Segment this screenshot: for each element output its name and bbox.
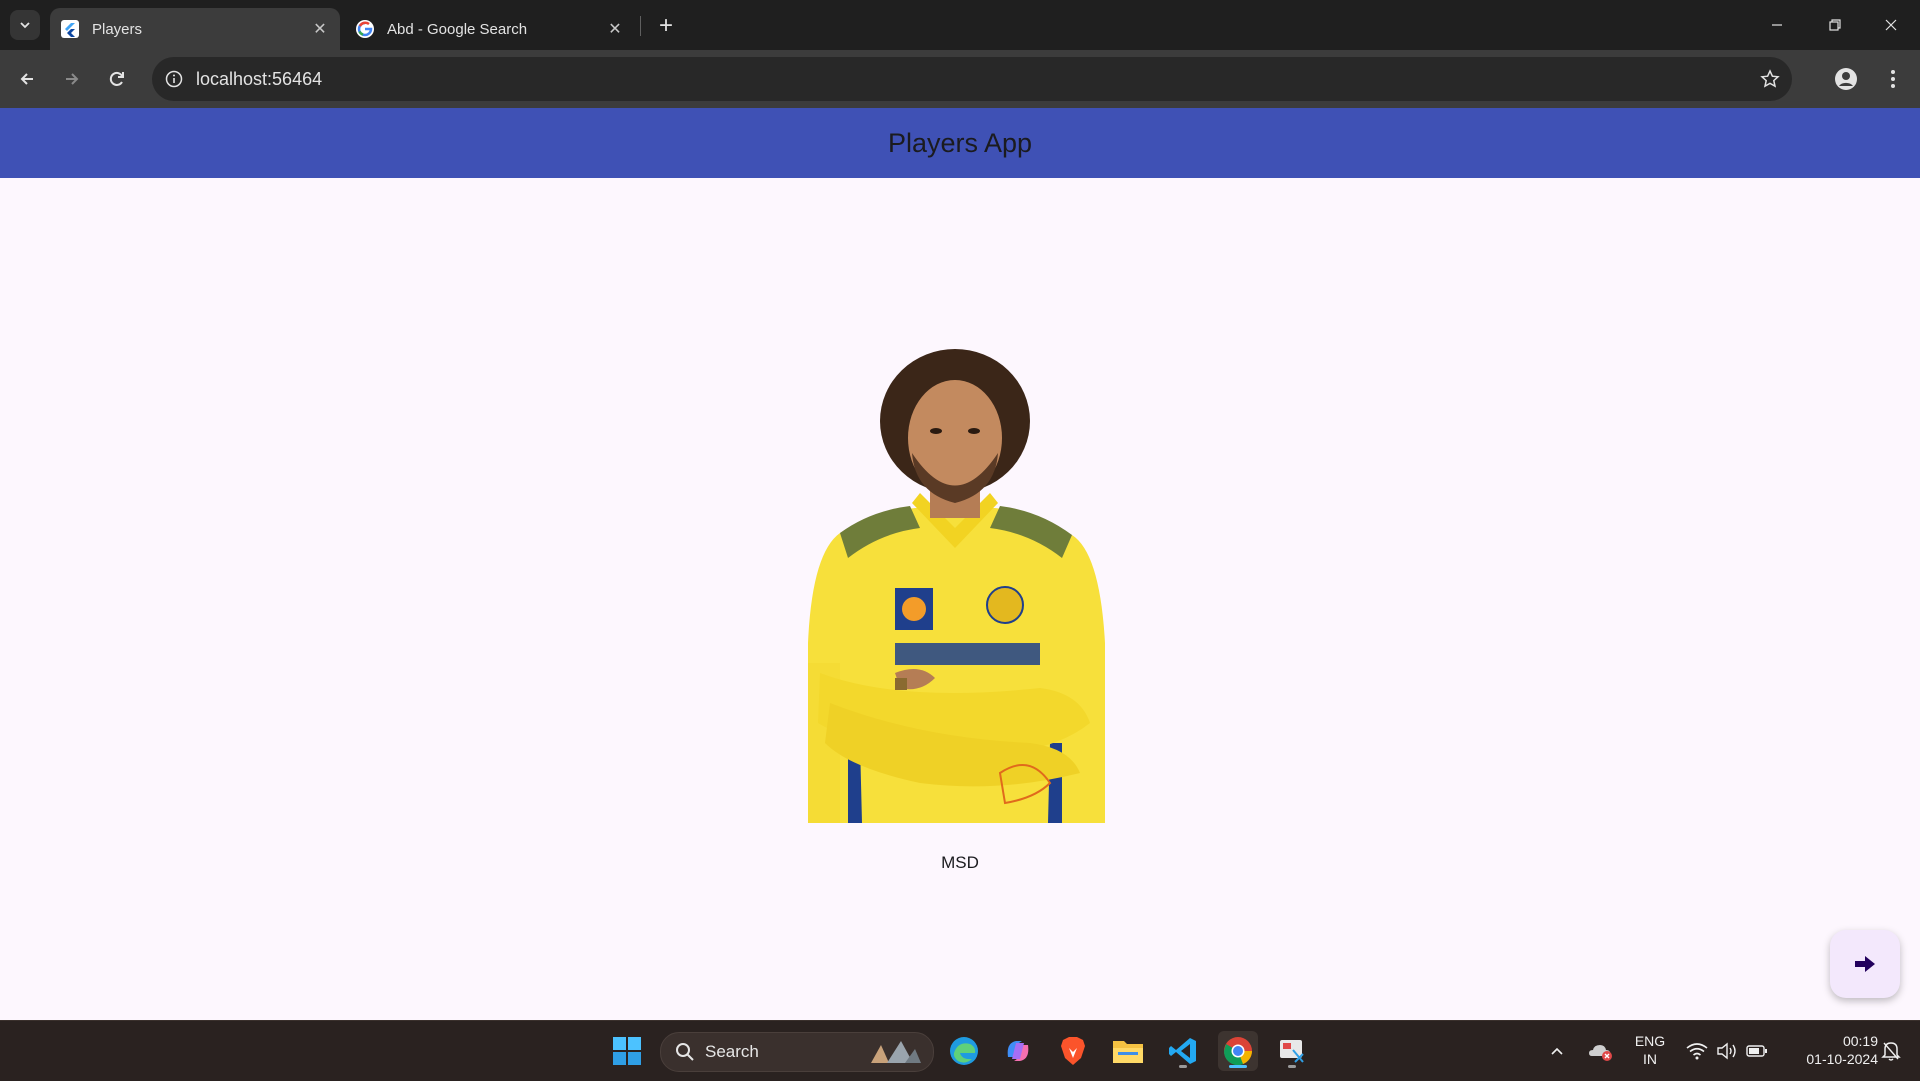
volume-tray[interactable] bbox=[1712, 1031, 1742, 1071]
forward-button[interactable] bbox=[56, 63, 88, 95]
battery-tray[interactable] bbox=[1742, 1031, 1772, 1071]
windows-icon bbox=[613, 1037, 641, 1065]
restore-icon bbox=[1829, 19, 1841, 31]
volume-icon bbox=[1717, 1042, 1736, 1060]
language-indicator[interactable]: ENG IN bbox=[1628, 1032, 1672, 1068]
app-bar: Players App bbox=[0, 108, 1920, 178]
file-explorer-app[interactable] bbox=[1108, 1031, 1148, 1071]
browser-tab-strip: Players ✕ Abd - Google Search ✕ + bbox=[0, 0, 1920, 50]
notification-bell-icon bbox=[1881, 1042, 1901, 1061]
minimize-button[interactable] bbox=[1748, 0, 1806, 50]
tab-players[interactable]: Players ✕ bbox=[50, 8, 340, 50]
taskbar: Search ENG IN 00:19 01-10-2024 bbox=[0, 1020, 1920, 1081]
chevron-down-icon bbox=[20, 22, 30, 29]
language-code: ENG bbox=[1634, 1033, 1666, 1049]
wifi-icon bbox=[1686, 1043, 1708, 1060]
reload-button[interactable] bbox=[101, 63, 133, 95]
address-bar[interactable]: localhost:56464 bbox=[152, 57, 1792, 101]
battery-icon bbox=[1746, 1045, 1767, 1057]
vscode-icon bbox=[1169, 1038, 1196, 1064]
chevron-up-icon bbox=[1551, 1047, 1563, 1055]
menu-button[interactable] bbox=[1877, 63, 1909, 95]
back-button[interactable] bbox=[11, 63, 43, 95]
taskbar-search[interactable]: Search bbox=[660, 1032, 934, 1072]
running-indicator bbox=[1179, 1065, 1187, 1068]
copilot-icon bbox=[1007, 1041, 1029, 1061]
reload-icon bbox=[109, 71, 124, 86]
clock-date: 01-10-2024 bbox=[1806, 1051, 1878, 1067]
address-text[interactable]: localhost:56464 bbox=[196, 69, 322, 90]
tab-separator bbox=[640, 16, 641, 36]
tab-search-button[interactable] bbox=[10, 10, 40, 40]
onedrive-error-icon bbox=[1589, 1045, 1612, 1061]
player-image bbox=[808, 349, 1105, 823]
search-icon bbox=[676, 1043, 694, 1061]
brave-icon bbox=[1061, 1037, 1085, 1065]
search-highlight-icon bbox=[871, 1041, 921, 1063]
notifications-button[interactable] bbox=[1876, 1031, 1906, 1071]
google-icon bbox=[355, 19, 375, 39]
close-window-button[interactable] bbox=[1862, 0, 1920, 50]
clock-time: 00:19 bbox=[1842, 1033, 1878, 1049]
new-tab-button[interactable]: + bbox=[652, 12, 680, 40]
chrome-app[interactable] bbox=[1218, 1031, 1258, 1071]
close-icon[interactable]: ✕ bbox=[308, 17, 332, 41]
info-icon[interactable] bbox=[162, 67, 186, 91]
show-hidden-icons-button[interactable] bbox=[1542, 1031, 1572, 1071]
snipping-tool-app[interactable] bbox=[1272, 1031, 1312, 1071]
tab-title: Abd - Google Search bbox=[387, 20, 528, 38]
main-content: MSD bbox=[0, 178, 1920, 1020]
close-icon bbox=[1885, 19, 1897, 31]
close-icon[interactable]: ✕ bbox=[603, 17, 627, 41]
folder-icon bbox=[1113, 1041, 1143, 1063]
onedrive-tray[interactable] bbox=[1586, 1031, 1616, 1071]
arrow-left-icon bbox=[20, 73, 33, 85]
region-code: IN bbox=[1643, 1051, 1657, 1067]
flutter-icon bbox=[60, 19, 80, 39]
copilot-app[interactable] bbox=[998, 1031, 1038, 1071]
bookmark-star-icon[interactable] bbox=[1758, 67, 1782, 91]
arrow-right-icon bbox=[1855, 956, 1875, 972]
edge-app[interactable] bbox=[944, 1031, 984, 1071]
tab-title: Players bbox=[92, 20, 143, 38]
edge-icon bbox=[950, 1037, 978, 1065]
browser-toolbar: localhost:56464 bbox=[0, 50, 1920, 108]
clock[interactable]: 00:19 01-10-2024 bbox=[1782, 1032, 1878, 1068]
page-title: Players App bbox=[887, 127, 1033, 158]
restore-button[interactable] bbox=[1806, 0, 1864, 50]
player-name: MSD bbox=[941, 853, 979, 872]
profile-icon bbox=[1835, 68, 1857, 90]
brave-app[interactable] bbox=[1053, 1031, 1093, 1071]
profile-button[interactable] bbox=[1830, 63, 1862, 95]
minimize-icon bbox=[1772, 24, 1782, 26]
start-button[interactable] bbox=[607, 1031, 647, 1071]
running-indicator bbox=[1288, 1065, 1296, 1068]
next-fab-button[interactable] bbox=[1830, 930, 1900, 998]
search-label: Search bbox=[705, 1042, 759, 1061]
arrow-right-icon bbox=[66, 73, 79, 85]
active-indicator bbox=[1229, 1065, 1247, 1068]
kebab-menu-icon bbox=[1891, 70, 1895, 88]
vscode-app[interactable] bbox=[1163, 1031, 1203, 1071]
snipping-tool-icon bbox=[1280, 1040, 1304, 1063]
tab-google-search[interactable]: Abd - Google Search ✕ bbox=[345, 8, 635, 50]
chrome-icon bbox=[1223, 1037, 1252, 1066]
wifi-tray[interactable] bbox=[1682, 1031, 1712, 1071]
